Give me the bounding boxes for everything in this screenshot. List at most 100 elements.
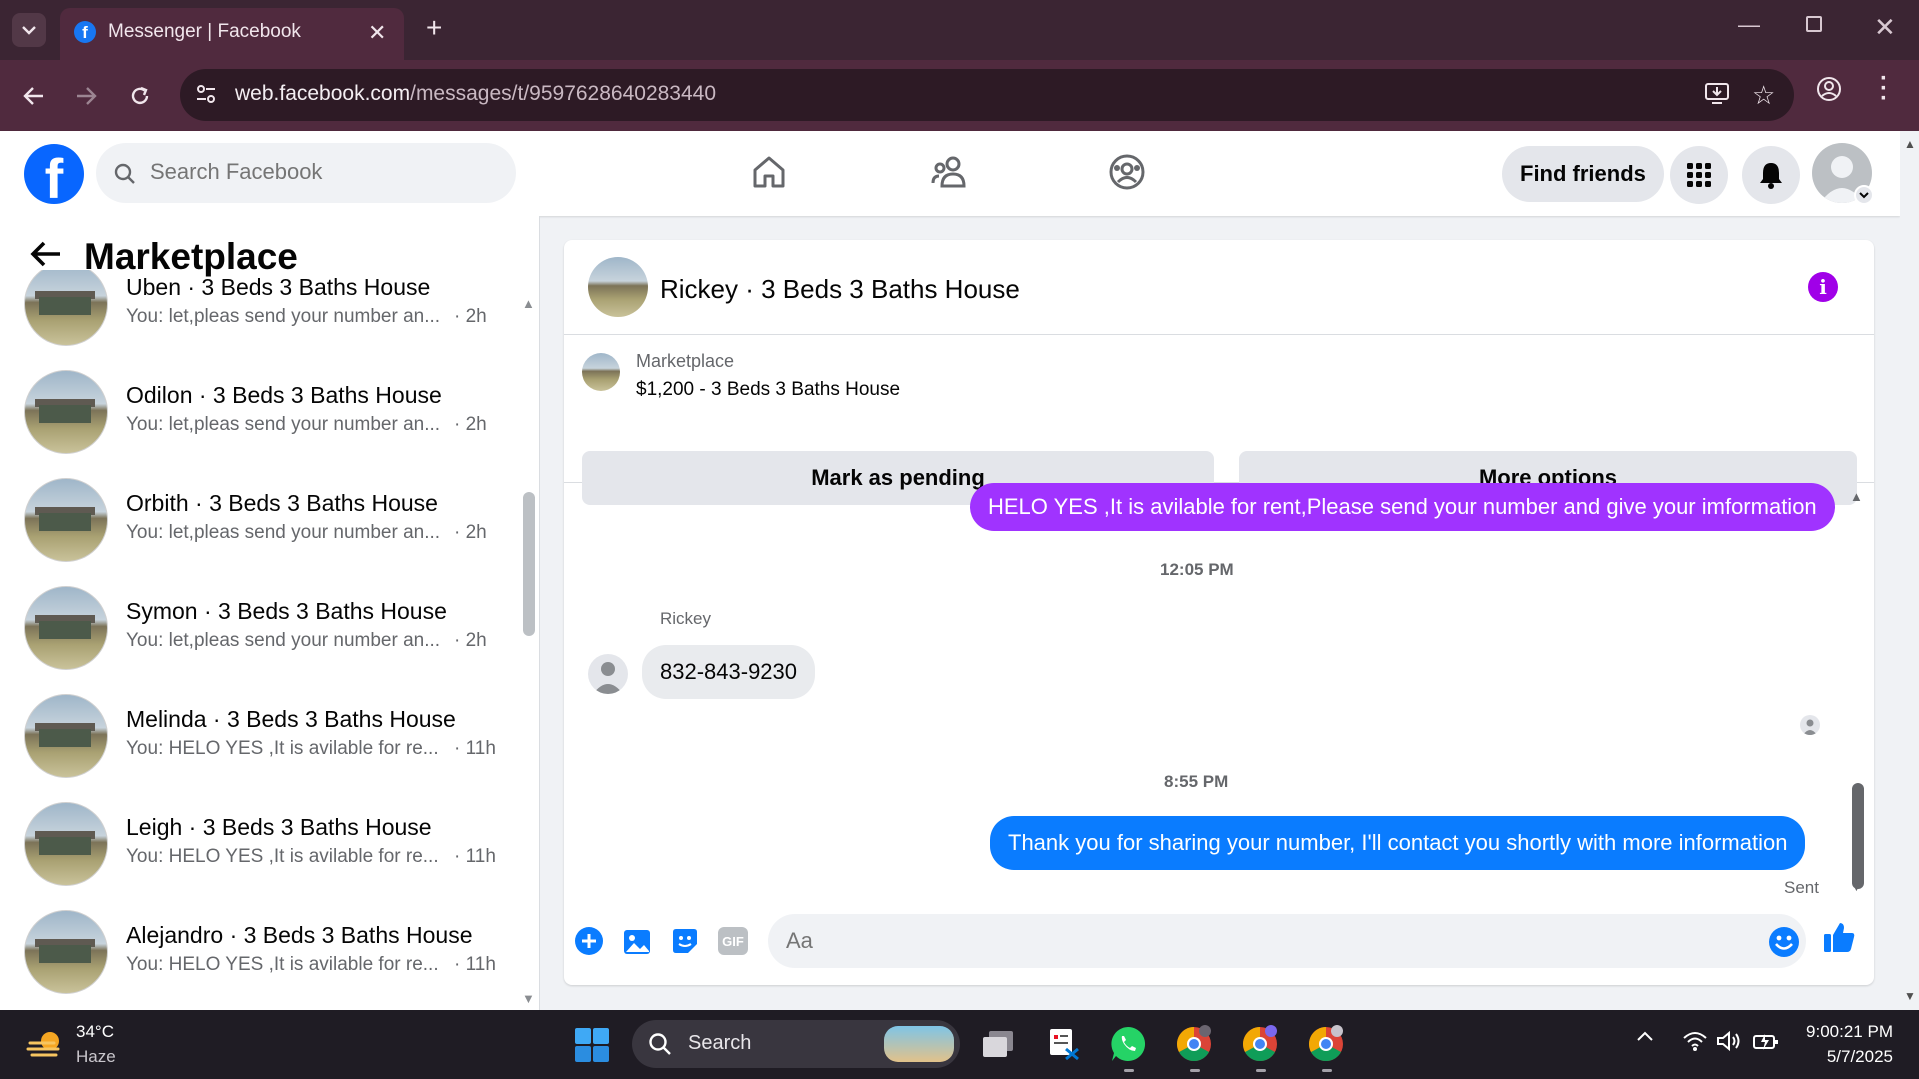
windows-start-icon[interactable]: [574, 1027, 610, 1063]
snipping-tool-icon[interactable]: [1044, 1024, 1084, 1064]
browser-menu-icon[interactable]: · · ·: [1880, 67, 1888, 111]
facebook-header: f Find friends: [0, 131, 1900, 216]
weather-description[interactable]: Haze: [76, 1047, 116, 1067]
weather-haze-icon[interactable]: [26, 1027, 66, 1063]
conversation-item[interactable]: Odilon · 3 Beds 3 Baths House You: let,p…: [0, 352, 520, 460]
listing-thumbnail: [24, 370, 108, 454]
add-actions-icon[interactable]: [574, 926, 604, 956]
battery-icon[interactable]: [1752, 1030, 1780, 1052]
conversation-time: · 2h: [454, 630, 487, 651]
chat-scroll-down-icon[interactable]: ▼: [1850, 879, 1863, 894]
url-text: web.facebook.com/messages/t/959762864028…: [235, 82, 716, 106]
windows-taskbar: 34°C Haze Search 9:00:21 PM 5/7/2025: [0, 1010, 1919, 1079]
message-timestamp: 12:05 PM: [1160, 560, 1234, 579]
home-icon[interactable]: [750, 153, 788, 191]
volume-icon[interactable]: [1716, 1030, 1742, 1052]
message-input-box[interactable]: [768, 914, 1806, 968]
browser-profile-icon[interactable]: [1816, 76, 1842, 102]
account-chevron-icon[interactable]: [1854, 185, 1874, 205]
page-scrollbar[interactable]: ▲ ▼: [1900, 131, 1919, 1010]
chat-listing-avatar[interactable]: [588, 257, 648, 317]
facebook-logo-icon[interactable]: f: [24, 144, 84, 204]
conversation-item[interactable]: Melinda · 3 Beds 3 Baths House You: HELO…: [0, 676, 520, 784]
listing-thumbnail[interactable]: [582, 353, 620, 391]
show-hidden-icons-chevron-icon[interactable]: [1636, 1030, 1654, 1042]
chat-scroll-up-icon[interactable]: ▲: [1850, 489, 1863, 504]
list-scrollbar-thumb[interactable]: [523, 492, 535, 636]
facebook-search-box[interactable]: [96, 143, 516, 203]
clock-date[interactable]: 5/7/2025: [1803, 1047, 1893, 1067]
facebook-search-input[interactable]: [150, 159, 490, 185]
incoming-message[interactable]: 832-843-9230: [642, 645, 816, 699]
listing-thumbnail: [24, 586, 108, 670]
browser-tab[interactable]: f Messenger | Facebook ✕: [60, 8, 404, 60]
listing-label: Marketplace: [636, 351, 735, 371]
conversation-preview: You: HELO YES ,It is avilable for re...: [126, 738, 439, 759]
listing-price[interactable]: $1,200 - 3 Beds 3 Baths House: [636, 379, 900, 401]
conversation-info-icon[interactable]: i: [1808, 272, 1838, 302]
wifi-icon[interactable]: [1682, 1030, 1708, 1052]
chat-scrollbar-thumb[interactable]: [1852, 783, 1864, 889]
thumbs-up-icon[interactable]: [1822, 920, 1856, 954]
page-scroll-down-icon[interactable]: ▼: [1904, 989, 1916, 1003]
message-thread: HELO YES ,It is avilable for rent,Please…: [564, 483, 1874, 908]
list-scroll-down-icon[interactable]: ▼: [522, 991, 535, 1006]
browser-toolbar: web.facebook.com/messages/t/959762864028…: [0, 60, 1919, 131]
tab-close-icon[interactable]: ✕: [368, 20, 386, 46]
conversation-time: · 2h: [454, 414, 487, 435]
window-minimize-icon[interactable]: —: [1738, 12, 1760, 38]
conversation-preview: You: let,pleas send your number an...: [126, 306, 441, 327]
conversation-item[interactable]: Orbith · 3 Beds 3 Baths House You: let,p…: [0, 460, 520, 568]
notifications-bell-icon[interactable]: [1742, 146, 1800, 204]
message-input[interactable]: [786, 928, 1686, 954]
list-scroll-up-icon[interactable]: ▲: [522, 296, 535, 311]
listing-thumbnail: [24, 270, 108, 346]
url-path: /messages/t/9597628640283440: [410, 82, 717, 105]
window-restore-icon[interactable]: [1806, 16, 1822, 32]
conversation-item[interactable]: Leigh · 3 Beds 3 Baths House You: HELO Y…: [0, 784, 520, 892]
sender-avatar[interactable]: [588, 654, 628, 694]
listing-card: Marketplace $1,200 - 3 Beds 3 Baths Hous…: [564, 335, 1874, 505]
conversation-item[interactable]: Alejandro · 3 Beds 3 Baths House You: HE…: [0, 892, 520, 1000]
attach-photo-icon[interactable]: [622, 926, 652, 956]
window-close-icon[interactable]: ✕: [1874, 12, 1896, 43]
weather-temperature[interactable]: 34°C: [76, 1022, 114, 1042]
site-info-icon[interactable]: [194, 82, 218, 106]
chrome-profile-1-icon[interactable]: [1174, 1024, 1214, 1064]
menu-grid-icon[interactable]: [1670, 146, 1728, 204]
task-view-icon[interactable]: [978, 1024, 1018, 1064]
install-app-icon[interactable]: [1704, 82, 1730, 106]
conversation-time: · 11h: [454, 846, 496, 867]
tab-title: Messenger | Facebook: [108, 21, 301, 42]
outgoing-message[interactable]: Thank you for sharing your number, I'll …: [990, 816, 1806, 870]
chrome-profile-3-icon[interactable]: [1306, 1024, 1346, 1064]
reload-icon[interactable]: [120, 76, 160, 116]
search-icon: [114, 163, 136, 185]
groups-icon[interactable]: [1108, 153, 1146, 191]
conversation-item[interactable]: Uben · 3 Beds 3 Baths House You: let,ple…: [0, 270, 520, 352]
browser-tab-strip: f Messenger | Facebook ✕ + — ✕: [0, 0, 1919, 60]
message-composer: GIF: [564, 908, 1874, 985]
back-arrow-icon[interactable]: [30, 240, 62, 268]
whatsapp-icon[interactable]: [1108, 1024, 1148, 1064]
back-icon[interactable]: [14, 76, 54, 116]
tab-search-dropdown-icon[interactable]: [12, 13, 46, 47]
taskbar-search-box[interactable]: Search: [632, 1020, 960, 1068]
gif-icon[interactable]: GIF: [718, 927, 748, 955]
conversation-name: Orbith · 3 Beds 3 Baths House: [126, 490, 438, 516]
chat-title[interactable]: Rickey · 3 Beds 3 Baths House: [660, 274, 1020, 305]
emoji-icon[interactable]: [1768, 926, 1800, 958]
page-scroll-up-icon[interactable]: ▲: [1904, 137, 1916, 151]
find-friends-button[interactable]: Find friends: [1502, 146, 1664, 202]
forward-icon[interactable]: [66, 76, 106, 116]
conversation-item[interactable]: Symon · 3 Beds 3 Baths House You: let,pl…: [0, 568, 520, 676]
bookmark-star-icon[interactable]: ☆: [1752, 80, 1775, 111]
sticker-icon[interactable]: [670, 926, 700, 956]
clock-time[interactable]: 9:00:21 PM: [1803, 1022, 1893, 1042]
address-bar[interactable]: web.facebook.com/messages/t/959762864028…: [180, 69, 1794, 121]
friends-icon[interactable]: [930, 153, 968, 191]
new-tab-icon[interactable]: +: [426, 14, 442, 42]
outgoing-message[interactable]: HELO YES ,It is avilable for rent,Please…: [970, 483, 1835, 531]
chrome-profile-2-icon[interactable]: [1240, 1024, 1280, 1064]
conversation-name: Leigh · 3 Beds 3 Baths House: [126, 814, 432, 840]
